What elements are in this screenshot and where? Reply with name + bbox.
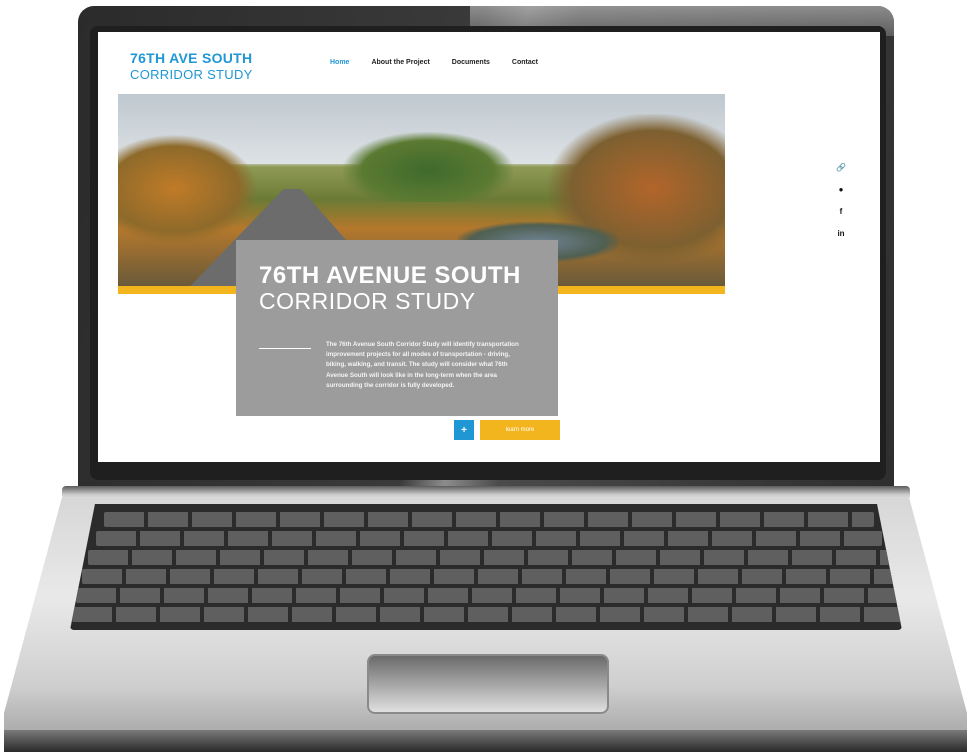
laptop-hinge — [62, 486, 910, 500]
hero-card: 76TH AVENUE SOUTH CORRIDOR STUDY The 76t… — [236, 240, 558, 416]
site-logo[interactable]: 76TH AVE SOUTH CORRIDOR STUDY — [130, 50, 253, 82]
main-nav: Home About the Project Documents Contact — [330, 59, 538, 66]
key-row — [72, 607, 902, 622]
hero-trees-center — [343, 132, 513, 202]
logo-line1: 76TH AVE SOUTH — [130, 50, 253, 66]
keyboard — [70, 504, 902, 630]
link-icon[interactable]: 🔗 — [834, 160, 848, 174]
nav-home[interactable]: Home — [330, 59, 349, 66]
key-row — [88, 550, 890, 565]
learn-more-button[interactable]: learn more — [480, 420, 560, 440]
facebook-icon[interactable]: f — [834, 204, 848, 218]
nav-about-the-project[interactable]: About the Project — [371, 59, 429, 66]
laptop-screen: 76TH AVE SOUTH CORRIDOR STUDY Home About… — [98, 32, 880, 462]
trackpad — [367, 654, 609, 714]
social-links: 🔗 ● f in — [834, 160, 848, 240]
key-row — [82, 569, 896, 584]
location-pin-icon[interactable]: ● — [834, 182, 848, 196]
hero-description: The 76th Avenue South Corridor Study wil… — [326, 341, 519, 389]
hero-trees-left — [118, 134, 258, 244]
plus-button[interactable]: + — [454, 420, 474, 440]
nav-documents[interactable]: Documents — [452, 59, 490, 66]
hero-title-line2: CORRIDOR STUDY — [259, 288, 476, 314]
key-row — [96, 531, 882, 546]
logo-line2: CORRIDOR STUDY — [130, 67, 253, 82]
hero-title-line1: 76TH AVENUE SOUTH — [259, 262, 521, 289]
linkedin-icon[interactable]: in — [834, 226, 848, 240]
key-row — [104, 512, 874, 527]
nav-contact[interactable]: Contact — [512, 59, 538, 66]
key-row — [76, 588, 902, 603]
laptop-base-edge — [4, 730, 967, 752]
hero-divider — [259, 348, 311, 349]
